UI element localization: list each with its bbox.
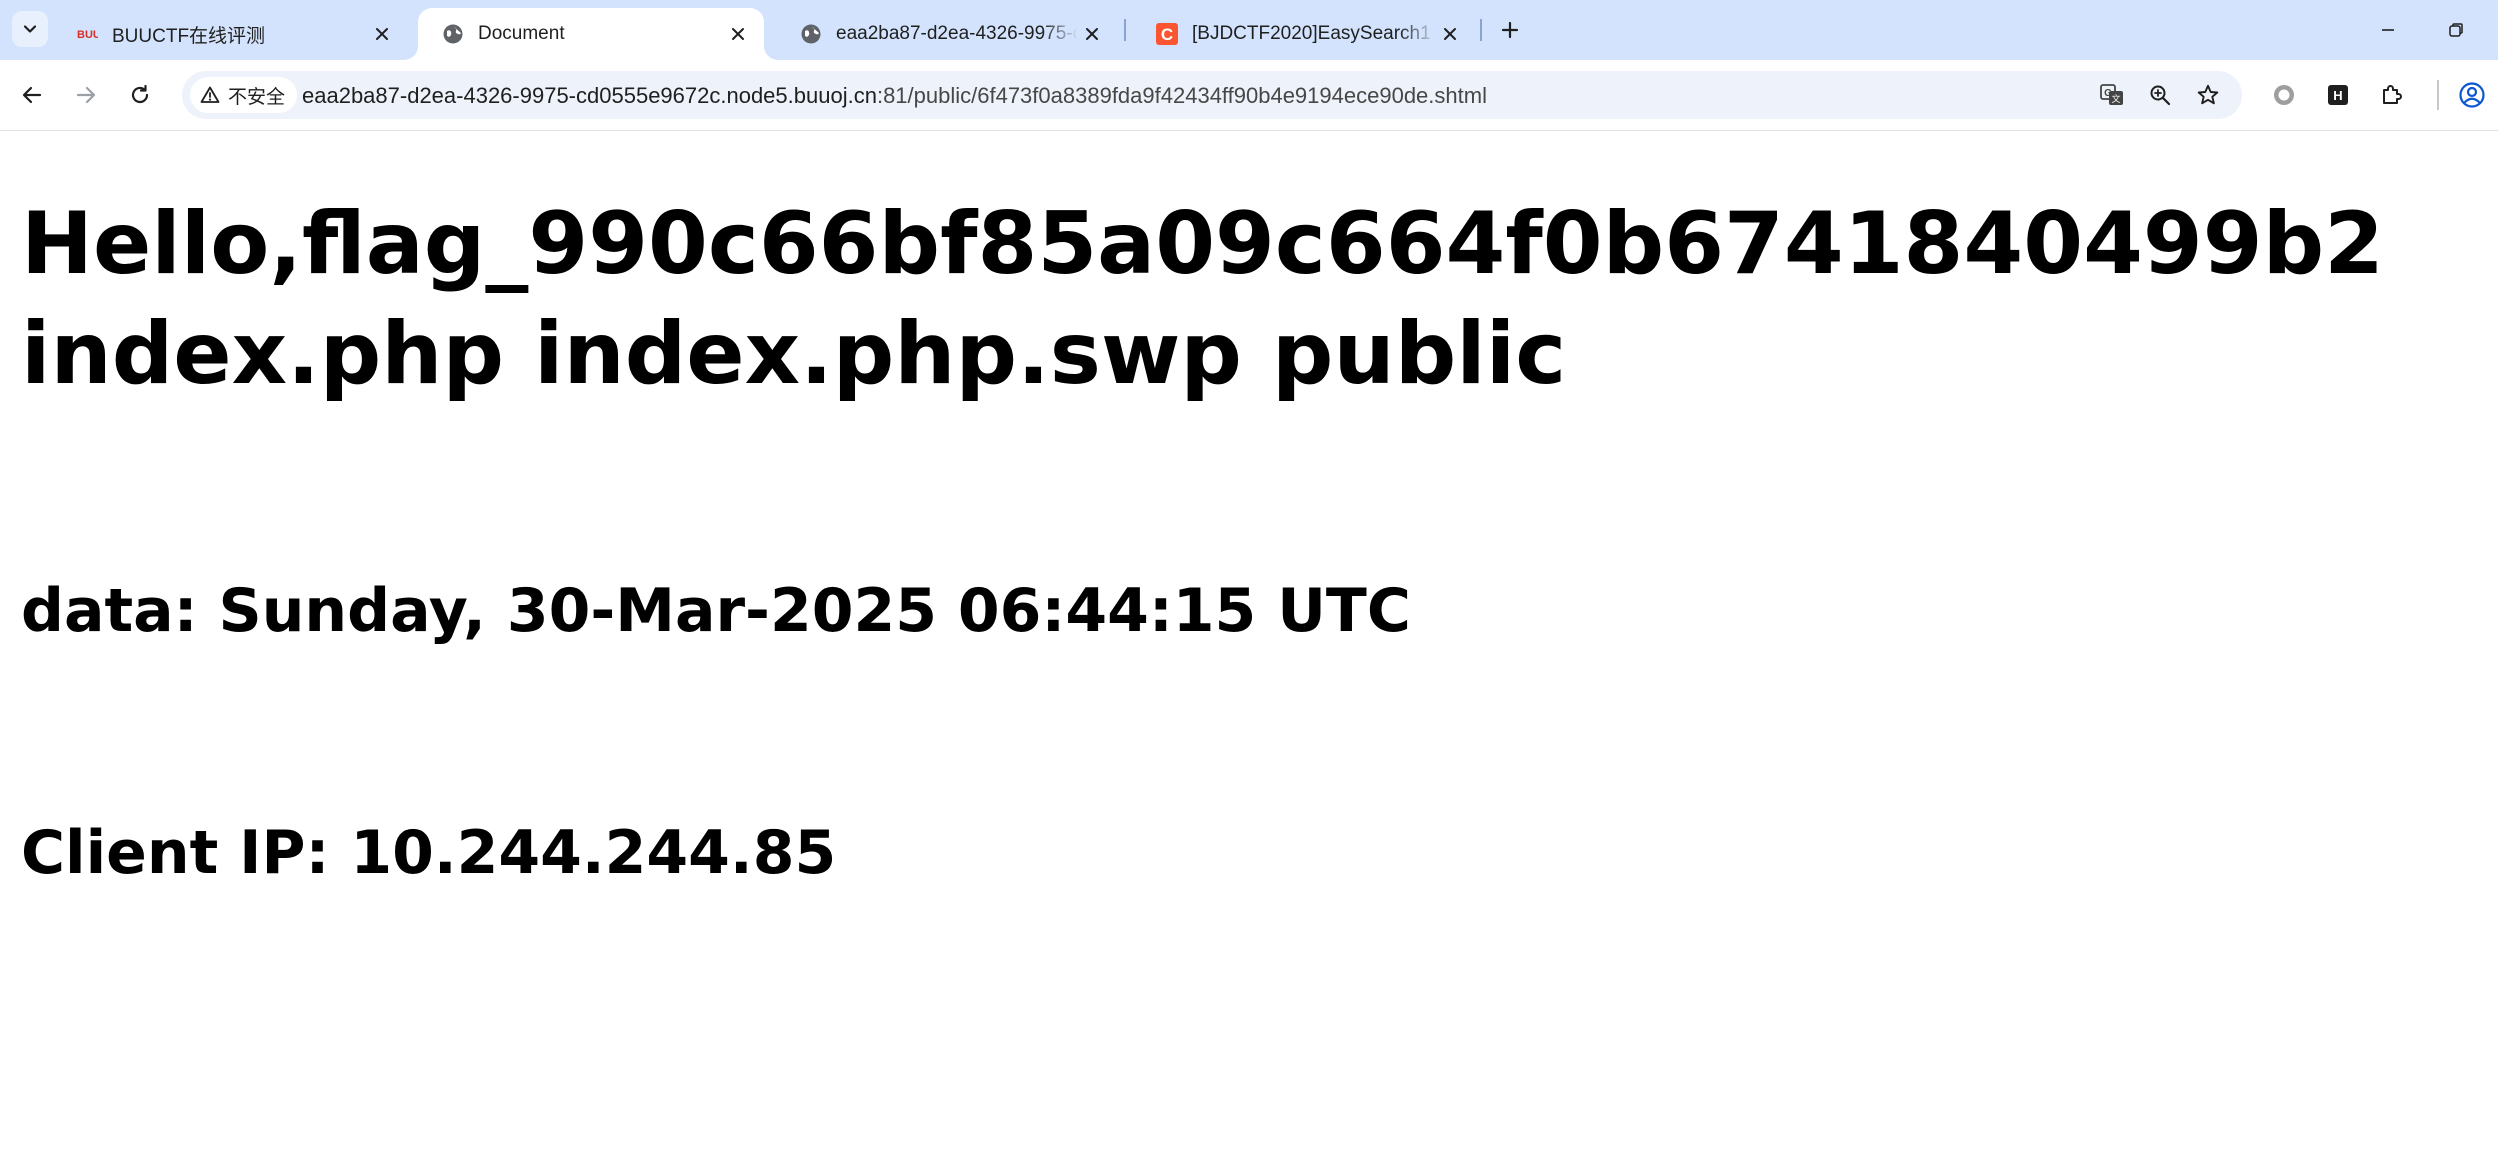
profile-button[interactable] [2454, 77, 2490, 113]
date-heading: data: Sunday, 30-Mar-2025 06:44:15 UTC [21, 576, 1411, 646]
tab-title: BUUCTF在线评测 [112, 25, 266, 47]
tab-separator [1480, 19, 1482, 41]
plus-icon [1501, 21, 1519, 39]
tab-challenge-host[interactable]: eaa2ba87-d2ea-4326-9975-c [776, 8, 1118, 60]
zoom-icon [2150, 85, 2171, 106]
tab-search-button[interactable] [12, 11, 48, 47]
forward-button[interactable] [68, 77, 104, 113]
globe-icon [442, 23, 464, 45]
tab-separator [412, 19, 414, 41]
page-content: Hello,flag_990c66bf85a09c664f0b674184049… [0, 131, 2498, 1155]
circle-extension-icon [2274, 85, 2294, 105]
extension-button[interactable]: H [2320, 77, 2356, 113]
extensions-menu-button[interactable] [2374, 77, 2410, 113]
url-host: eaa2ba87-d2ea-4326-9975-cd0555e9672c.nod… [302, 83, 877, 108]
translate-icon: G 文 [2100, 84, 2123, 105]
tab-separator [1124, 19, 1126, 41]
back-button[interactable] [14, 77, 50, 113]
tab-buuctf[interactable]: BUU BUUCTF在线评测 [52, 8, 408, 60]
warning-triangle-icon [200, 86, 220, 103]
hackbar-extension-icon: H [2328, 85, 2348, 105]
new-tab-button[interactable] [1494, 14, 1526, 46]
svg-text:H: H [2333, 88, 2342, 103]
tab-close-icon[interactable] [1078, 20, 1106, 48]
minimize-button[interactable] [2368, 10, 2408, 50]
url-text[interactable]: eaa2ba87-d2ea-4326-9975-cd0555e9672c.nod… [302, 83, 1487, 109]
tab-close-icon[interactable] [724, 20, 752, 48]
svg-text:C: C [1161, 25, 1173, 44]
tab-strip: BUU BUUCTF在线评测 Document eaa2ba87-d2ea-43… [0, 0, 2498, 60]
client-ip-heading: Client IP: 10.244.244.85 [21, 818, 837, 888]
tab-close-icon[interactable] [368, 20, 396, 48]
address-bar[interactable]: 不安全 eaa2ba87-d2ea-4326-9975-cd0555e9672c… [182, 71, 2242, 119]
svg-text:文: 文 [2111, 93, 2120, 105]
minimize-icon [2382, 29, 2394, 31]
svg-text:BUU: BUU [77, 29, 98, 41]
extension-button[interactable] [2266, 77, 2302, 113]
security-indicator[interactable]: 不安全 [190, 77, 298, 113]
chevron-down-icon [23, 25, 37, 33]
tab-close-icon[interactable] [1436, 20, 1464, 48]
security-label: 不安全 [228, 86, 286, 108]
tab-title: [BJDCTF2020]EasySearch1 [b [1192, 23, 1436, 44]
tab-document[interactable]: Document [418, 8, 764, 60]
browser-toolbar: 不安全 eaa2ba87-d2ea-4326-9975-cd0555e9672c… [0, 60, 2498, 131]
arrow-right-icon [76, 86, 96, 104]
url-path: :81/public/6f473f0a8389fda9f42434ff90b4e… [876, 83, 1487, 108]
reload-icon [131, 84, 149, 104]
puzzle-piece-icon [2383, 85, 2402, 104]
hello-heading: Hello,flag_990c66bf85a09c664f0b674184049… [21, 194, 2384, 404]
toolbar-separator [2437, 80, 2439, 110]
zoom-button[interactable] [2144, 79, 2176, 111]
tab-title: eaa2ba87-d2ea-4326-9975-c [836, 23, 1078, 44]
restore-button[interactable] [2436, 10, 2476, 50]
tab-csdn[interactable]: C [BJDCTF2020]EasySearch1 [b [1132, 8, 1476, 60]
profile-avatar-icon [2459, 82, 2485, 108]
csdn-logo-icon: C [1156, 23, 1178, 45]
tab-title: Document [478, 23, 565, 44]
bookmark-button[interactable] [2192, 79, 2224, 111]
star-icon [2197, 84, 2219, 105]
buuctf-logo-icon: BUU [76, 23, 98, 45]
globe-icon [800, 23, 822, 45]
arrow-left-icon [22, 86, 42, 104]
reload-button[interactable] [122, 77, 158, 113]
restore-icon [2449, 23, 2463, 37]
translate-button[interactable]: G 文 [2096, 79, 2128, 111]
